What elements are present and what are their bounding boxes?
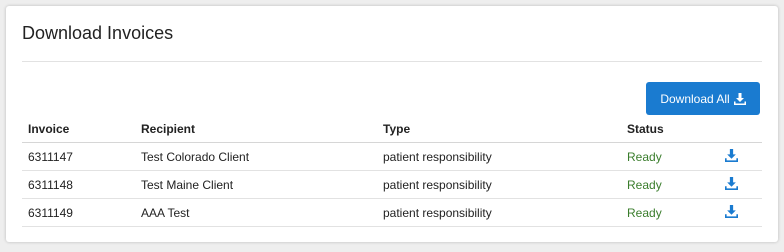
divider bbox=[22, 61, 762, 62]
download-all-button[interactable]: Download All bbox=[646, 82, 760, 115]
invoice-type: patient responsibility bbox=[377, 198, 621, 227]
download-all-label: Download All bbox=[660, 91, 730, 106]
invoice-type: patient responsibility bbox=[377, 170, 621, 199]
table-row: 6311148 Test Maine Client patient respon… bbox=[22, 170, 762, 199]
recipient: Test Maine Client bbox=[135, 170, 377, 199]
invoice-number: 6311147 bbox=[22, 142, 135, 171]
status-badge: Ready bbox=[621, 170, 715, 199]
invoice-type: patient responsibility bbox=[377, 142, 621, 171]
download-icon bbox=[733, 92, 746, 105]
invoice-number: 6311149 bbox=[22, 198, 135, 227]
status-badge: Ready bbox=[621, 142, 715, 171]
recipient: Test Colorado Client bbox=[135, 142, 377, 171]
recipient: AAA Test bbox=[135, 198, 377, 227]
status-badge: Ready bbox=[621, 198, 715, 227]
download-icon[interactable] bbox=[725, 204, 738, 221]
header-download bbox=[715, 116, 762, 143]
download-cell bbox=[715, 142, 762, 171]
download-icon[interactable] bbox=[725, 176, 738, 193]
header-status: Status bbox=[621, 116, 715, 143]
table-row: 6311149 AAA Test patient responsibility … bbox=[22, 198, 762, 227]
panel-title: Download Invoices bbox=[22, 23, 174, 43]
download-cell bbox=[715, 198, 762, 227]
download-cell bbox=[715, 170, 762, 199]
table-header-row: Invoice Recipient Type Status bbox=[22, 116, 762, 143]
invoices-table: Invoice Recipient Type Status 6311147 Te… bbox=[22, 116, 762, 227]
header-invoice: Invoice bbox=[22, 116, 135, 143]
table-row: 6311147 Test Colorado Client patient res… bbox=[22, 142, 762, 171]
header-type: Type bbox=[377, 116, 621, 143]
download-icon[interactable] bbox=[725, 148, 738, 165]
invoice-number: 6311148 bbox=[22, 170, 135, 199]
header-recipient: Recipient bbox=[135, 116, 377, 143]
download-invoices-panel: Download Invoices Download All Invoice R… bbox=[6, 6, 778, 242]
